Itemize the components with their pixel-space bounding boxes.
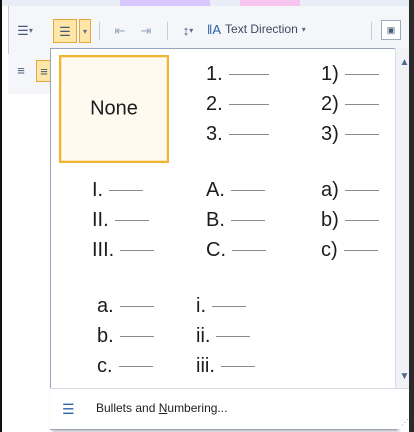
list-item: i. [196, 295, 246, 318]
list-item: II. [92, 209, 149, 232]
resize-grip-icon[interactable]: ⋰ [401, 418, 409, 427]
numbering-library-panel: None 1. 2. 3. 1) 2) 3) I. II. III. A. B.… [50, 48, 397, 430]
numbering-option-roman-upper[interactable]: I. II. III. [59, 173, 179, 273]
panel-footer: ☰ Bullets and Numbering... ⋰ [50, 388, 412, 429]
numbering-option-roman-lower[interactable]: i. ii. iii. [186, 289, 296, 389]
align-center-icon: ≡ [40, 63, 48, 79]
list-item: 2) [321, 93, 379, 116]
list-item: 1. [206, 63, 269, 86]
decrease-indent-icon: ⇤ [114, 22, 126, 38]
list-item: C. [206, 239, 266, 262]
window-edge-left [0, 0, 2, 432]
window-edge-right [409, 0, 414, 432]
numbering-option-alpha-lower[interactable]: a. b. c. [59, 289, 179, 389]
bullets-and-numbering-item[interactable]: ☰ Bullets and Numbering... [50, 389, 390, 429]
list-item: b. [97, 325, 154, 348]
line-spacing-button[interactable]: ↕ ▾ [173, 20, 203, 40]
list-item: c. [97, 355, 153, 378]
toolbar-separator [371, 22, 372, 40]
list-item: A. [206, 179, 265, 202]
bullets-and-numbering-label: Bullets and Numbering... [96, 401, 228, 415]
list-item: 3) [321, 123, 379, 146]
list-item: 2. [206, 93, 269, 116]
align-left-button[interactable]: ≡ [10, 60, 32, 80]
list-item: iii. [196, 355, 255, 378]
list-item: a) [321, 179, 379, 202]
align-left-icon: ≡ [17, 62, 25, 78]
increase-indent-icon: ⇥ [140, 22, 152, 38]
list-item: B. [206, 209, 265, 232]
list-icon: ☰ [62, 401, 75, 417]
decrease-indent-button[interactable]: ⇤ [109, 20, 131, 40]
align-text-icon: ▣ [386, 24, 396, 35]
list-item: a. [97, 295, 154, 318]
list-item: III. [92, 239, 155, 262]
chevron-down-icon: ▾ [82, 26, 87, 36]
list-item: ii. [196, 325, 251, 348]
numbering-option-alpha-paren[interactable]: a) b) c) [301, 173, 391, 273]
toolbar-separator [99, 22, 100, 40]
numbering-icon: ☰ [59, 23, 71, 39]
list-item: c) [321, 239, 378, 262]
list-item: b) [321, 209, 379, 232]
chevron-down-icon: ▾ [301, 24, 306, 34]
numbering-none-option[interactable]: None [59, 55, 169, 163]
bullets-icon: ☰ [17, 22, 29, 38]
bullets-button[interactable]: ☰ ▾ [11, 20, 39, 40]
paragraph-toolbar: ☰ ▾ ☰ ▾ ⇤ ⇥ ↕ ▾ ‖A Text Direction ▾ ▣ [8, 6, 414, 54]
list-item: I. [92, 179, 144, 202]
text-direction-button[interactable]: ‖A Text Direction ▾ [207, 18, 345, 40]
numbering-button[interactable]: ☰ [53, 19, 77, 43]
increase-indent-button[interactable]: ⇥ [135, 20, 157, 40]
toolbar-separator [167, 22, 168, 40]
chevron-down-icon: ▾ [28, 25, 33, 35]
none-label: None [90, 97, 138, 120]
list-item: 3. [206, 123, 269, 146]
numbering-option-alpha-upper[interactable]: A. B. C. [186, 173, 296, 273]
numbering-dropdown[interactable]: ▾ [79, 19, 91, 43]
text-direction-icon: ‖A [207, 21, 222, 37]
numbering-option-number-dot[interactable]: 1. 2. 3. [186, 57, 296, 161]
align-text-button[interactable]: ▣ [381, 20, 401, 40]
numbering-option-number-paren[interactable]: 1) 2) 3) [301, 57, 391, 161]
chevron-down-icon: ▾ [189, 25, 194, 35]
text-direction-label: Text Direction [225, 22, 298, 36]
list-item: 1) [321, 63, 379, 86]
